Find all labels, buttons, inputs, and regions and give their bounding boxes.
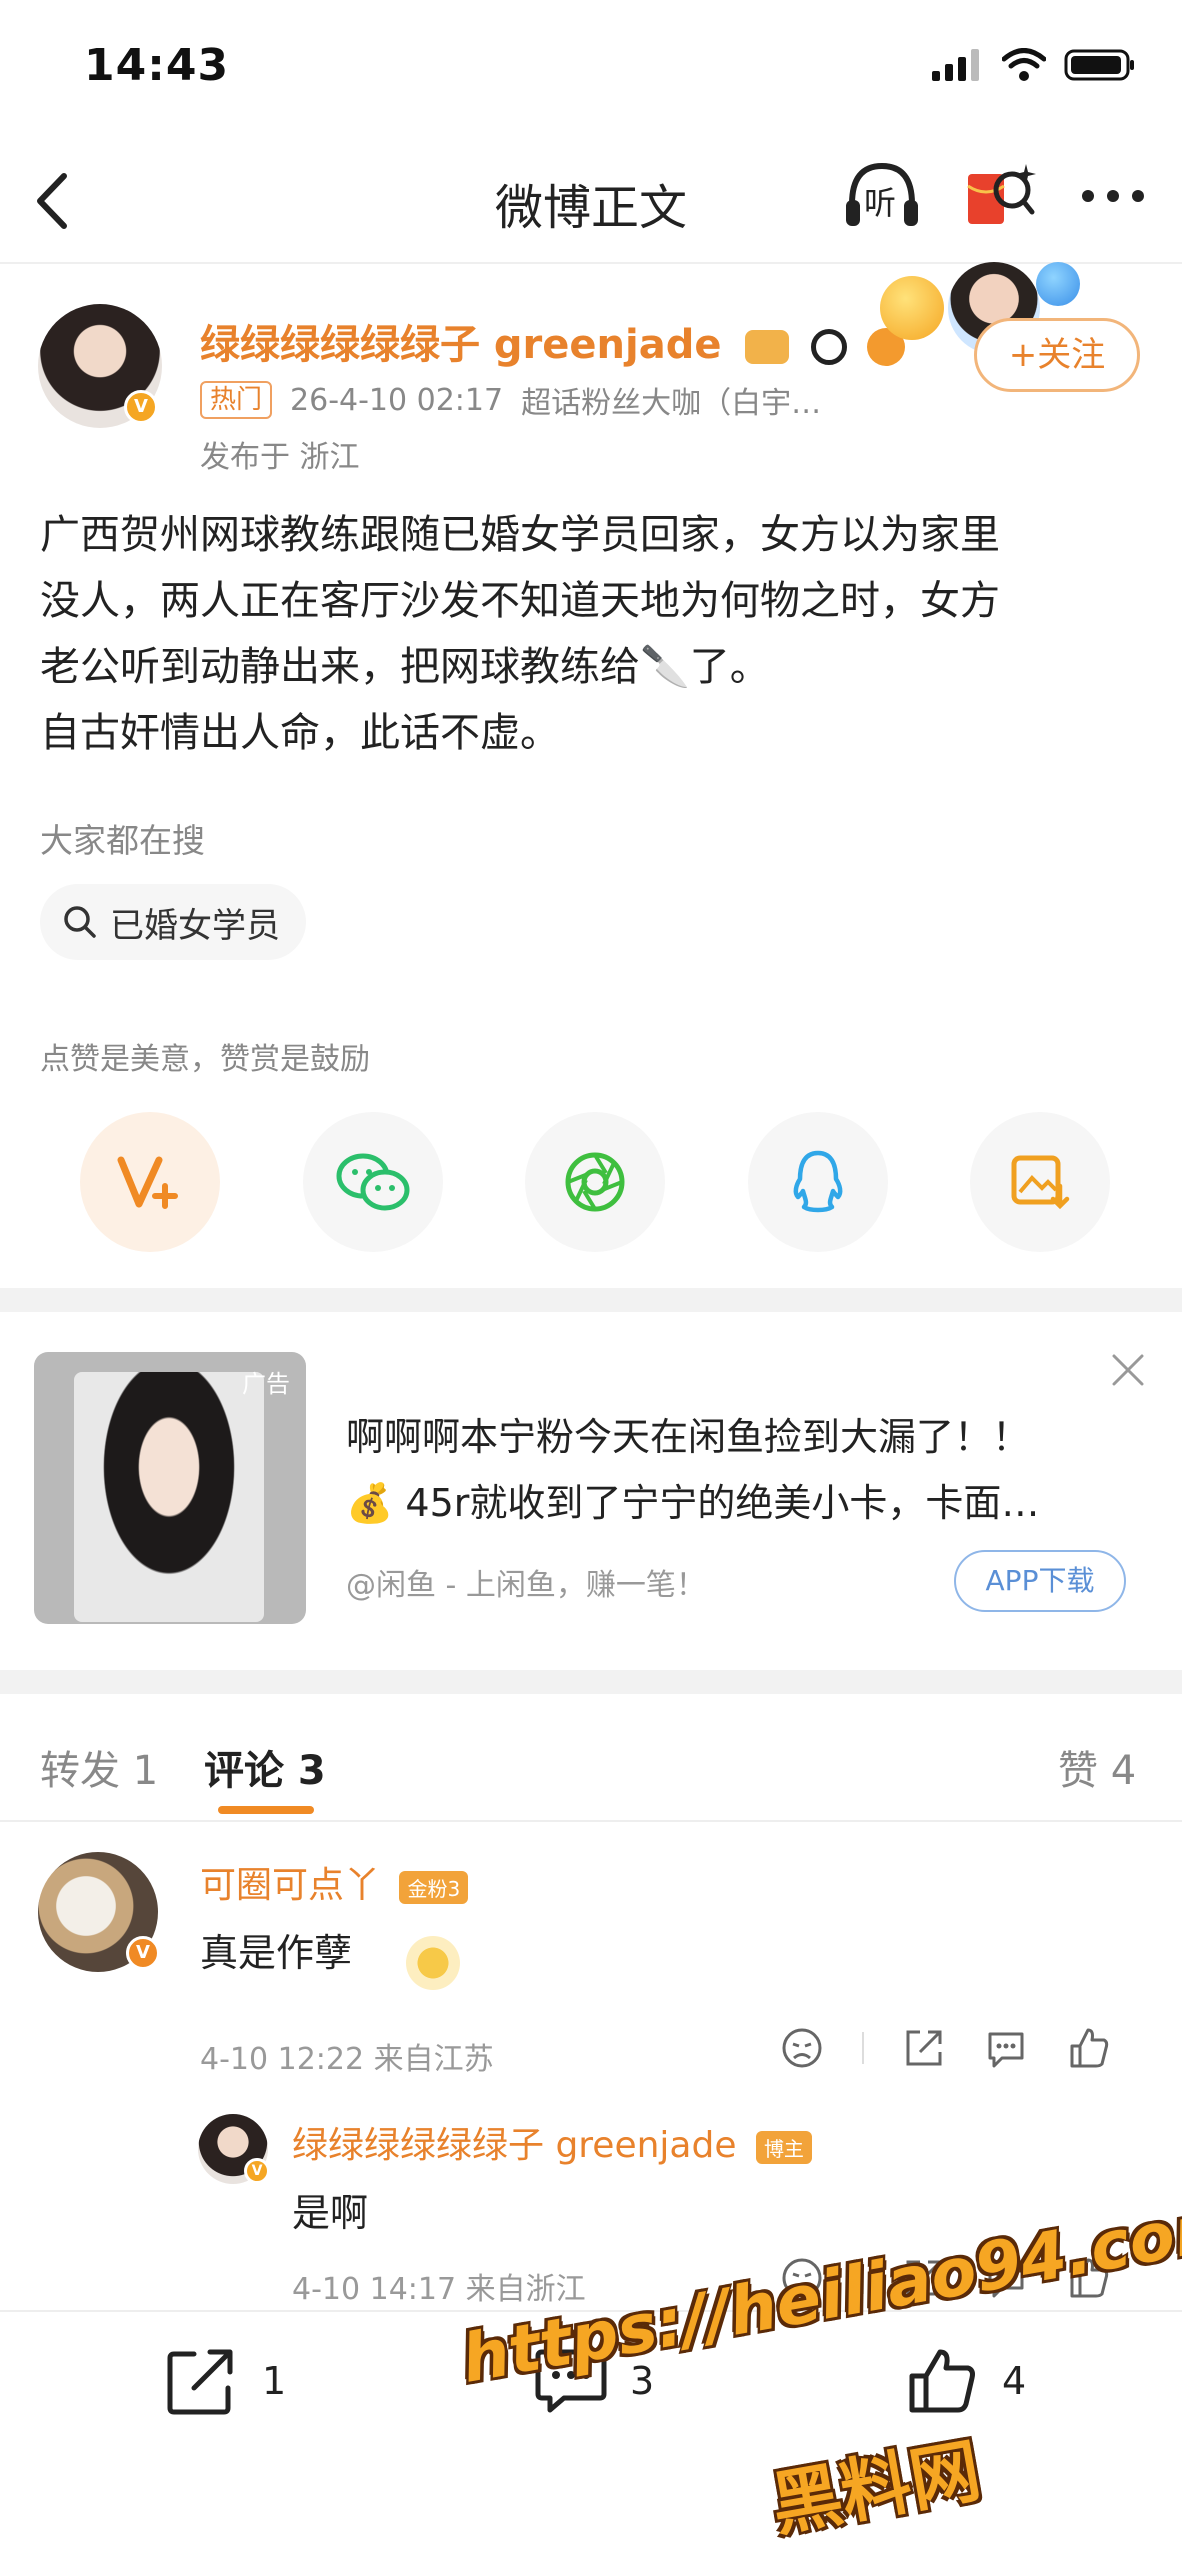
status-icons — [932, 48, 1136, 82]
save-image-button[interactable] — [970, 1112, 1110, 1252]
fan-badge: 金粉3 — [399, 1870, 469, 1904]
post-line: 没人，两人正在客厅沙发不知道天地为何物之时，女方 — [40, 578, 1000, 624]
tab-comments[interactable]: 评论 3 — [204, 1738, 326, 1796]
bottom-repost-button[interactable]: 1 — [166, 2346, 286, 2416]
repost-count: 1 — [262, 2359, 287, 2403]
commenter-name[interactable]: 可圈可点丫 金粉3 — [200, 1856, 469, 1908]
ad-source: @闲鱼 - 上闲鱼，赚一笔！ — [346, 1568, 706, 1603]
section-divider — [0, 1288, 1182, 1312]
dislike-face-icon[interactable] — [780, 2026, 824, 2070]
save-image-icon — [1011, 1155, 1070, 1210]
post-line: 广西贺州网球教练跟随已婚女学员回家，女方以为家里 — [40, 512, 1000, 558]
tab-repost[interactable]: 转发 1 — [40, 1738, 158, 1796]
like-icon — [909, 2349, 975, 2413]
reply-author-name[interactable]: 绿绿绿绿绿绿子 greenjade 博主 — [292, 2116, 812, 2168]
tab-likes[interactable]: 赞 4 — [1058, 1738, 1136, 1796]
close-icon[interactable] — [1108, 1350, 1148, 1390]
separator — [862, 2032, 864, 2064]
post-meta: 热门 26-4-10 02:17 超话粉丝大咖（白宇… — [200, 378, 821, 422]
share-weibo-button[interactable] — [80, 1112, 220, 1252]
comment-text: 真是作孽 — [200, 1931, 353, 1975]
reply-author-name-text: 绿绿绿绿绿绿子 greenjade — [292, 2125, 737, 2166]
reply-text: 是啊 — [292, 2191, 369, 2235]
verified-badge-icon: V — [244, 2158, 270, 2184]
decoration-planet-icon — [880, 276, 944, 340]
share-qq-button[interactable] — [747, 1112, 888, 1252]
weibo-v-plus-icon — [117, 1156, 178, 1209]
ad-title-line[interactable]: 啊啊啊本宁粉今天在闲鱼捡到大漏了！！ — [346, 1406, 1030, 1461]
ad-label: 广告 — [242, 1370, 290, 1398]
author-name-text: 绿绿绿绿绿绿子 greenjade — [200, 322, 722, 368]
search-chip[interactable]: 已婚女学员 — [40, 884, 306, 960]
battery-icon — [1064, 49, 1134, 81]
share-row — [80, 1112, 1110, 1252]
commenter-name-text: 可圈可点丫 — [200, 1865, 381, 1906]
share-moments-button[interactable] — [525, 1112, 665, 1252]
signal-icon — [932, 49, 979, 81]
wifi-icon — [1002, 48, 1046, 81]
moments-icon — [565, 1152, 625, 1212]
like-icon[interactable] — [1066, 2026, 1110, 2070]
follow-button[interactable]: +关注 — [974, 318, 1140, 392]
share-wechat-button[interactable] — [302, 1112, 443, 1252]
post-location: 发布于 浙江 — [200, 440, 360, 475]
post-datetime: 26-4-10 02:17 — [290, 382, 504, 418]
nav-actions: 听 — [842, 160, 1146, 230]
repost-icon — [167, 2349, 233, 2415]
section-divider — [0, 1670, 1182, 1694]
search-icon — [64, 906, 96, 938]
listen-button[interactable]: 听 — [842, 160, 922, 230]
listen-label: 听 — [864, 184, 897, 222]
bottom-like-button[interactable]: 4 — [906, 2346, 1026, 2416]
author-badge: 博主 — [755, 2130, 812, 2164]
verified-badge-icon: V — [124, 390, 158, 424]
post-line: 自古奸情出人命，此话不虚。 — [40, 710, 560, 756]
reply-meta: 4-10 14:17 来自浙江 — [292, 2272, 586, 2307]
app-download-button[interactable]: APP下载 — [954, 1550, 1126, 1612]
ad-title-line[interactable]: 💰 45r就收到了宁宁的绝美小卡，卡面… — [346, 1472, 1039, 1527]
reply-icon[interactable] — [984, 2026, 1028, 2070]
more-icon[interactable] — [1080, 160, 1146, 230]
active-tab-indicator — [218, 1806, 314, 1814]
gold-sticker-icon — [406, 1936, 460, 1990]
hot-tag: 热门 — [200, 381, 273, 419]
author-name[interactable]: 绿绿绿绿绿绿子 greenjade — [200, 312, 906, 370]
decoration-planet-icon — [1036, 262, 1080, 306]
comment-actions — [780, 2026, 1110, 2070]
red-packet-icon[interactable] — [966, 160, 1036, 230]
like-count: 4 — [1002, 2359, 1027, 2403]
like-note: 点赞是美意，赞赏是鼓励 — [40, 1042, 370, 1077]
post-content: 广西贺州网球教练跟随已婚女学员回家，女方以为家里 没人，两人正在客厅沙发不知道天… — [40, 502, 1150, 766]
search-chip-label: 已婚女学员 — [110, 905, 280, 946]
verified-badge-icon: V — [126, 1936, 160, 1970]
wechat-icon — [336, 1153, 409, 1211]
tab-divider — [0, 1820, 1182, 1822]
panda-icon — [811, 329, 848, 365]
post-source[interactable]: 超话粉丝大咖（白宇… — [521, 378, 821, 422]
ad-photo — [74, 1372, 264, 1622]
crown-badge-icon — [745, 330, 790, 364]
status-time: 14:43 — [84, 40, 230, 91]
qq-icon — [793, 1150, 842, 1213]
ad-image[interactable]: 广告 — [34, 1352, 306, 1624]
repost-icon[interactable] — [902, 2026, 946, 2070]
post-line: 老公听到动静出来，把网球教练给🔪了。 — [40, 644, 770, 690]
trending-search-heading: 大家都在搜 — [40, 821, 205, 860]
comment-meta: 4-10 12:22 来自江苏 — [200, 2042, 494, 2077]
